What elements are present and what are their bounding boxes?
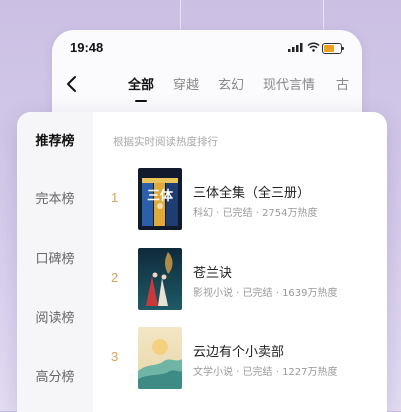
tab-time-travel[interactable]: 穿越: [173, 74, 199, 93]
status-bar: 19:48: [52, 30, 362, 62]
sidebar-item-recommended[interactable]: 推荐榜: [17, 130, 93, 149]
ranking-card: 推荐榜 完本榜 口碑榜 阅读榜 高分榜 根据实时阅读热度排行 1 三体 三体全集…: [17, 112, 387, 412]
book-cover: [138, 248, 182, 310]
wifi-icon: [307, 42, 320, 52]
status-time: 19:48: [70, 40, 104, 55]
tab-ancient[interactable]: 古: [336, 74, 349, 93]
active-tab-indicator: [135, 100, 147, 102]
ranking-list: 根据实时阅读热度排行 1 三体 三体全集（全三册） 科幻 · 已完结 · 275…: [93, 112, 387, 412]
sidebar-item-reading[interactable]: 阅读榜: [17, 307, 93, 326]
book-rank: 2: [111, 270, 119, 285]
book-meta: 影视小说 · 已完结 · 1639万热度: [193, 288, 338, 299]
tab-all[interactable]: 全部: [128, 74, 154, 93]
book-rank: 1: [111, 190, 119, 205]
book-meta: 科幻 · 已完结 · 2754万热度: [193, 208, 318, 219]
book-cover-text: 三体: [146, 189, 173, 204]
back-arrow-icon[interactable]: [64, 74, 80, 94]
book-title: 云边有个小卖部: [193, 345, 285, 360]
sidebar-item-reputation[interactable]: 口碑榜: [17, 248, 93, 267]
book-item[interactable]: 3 云边有个小卖部 文学小说 · 已完结 · 1227万热度: [93, 327, 387, 391]
book-title: 三体全集（全三册）: [193, 186, 311, 201]
book-title: 苍兰诀: [193, 266, 233, 281]
battery-icon: [322, 43, 344, 54]
sidebar-item-completed[interactable]: 完本榜: [17, 188, 93, 207]
tab-modern-romance[interactable]: 现代言情: [263, 74, 315, 93]
sidebar-item-high-score[interactable]: 高分榜: [17, 366, 93, 385]
book-item[interactable]: 2 苍兰诀 影视小说 · 已完结 · 1639万热度: [93, 248, 387, 312]
list-subtitle: 根据实时阅读热度排行: [113, 136, 218, 148]
book-item[interactable]: 1 三体 三体全集（全三册） 科幻 · 已完结 · 2754万热度: [93, 168, 387, 232]
book-rank: 3: [111, 349, 119, 364]
book-cover: [138, 327, 182, 389]
ranking-sidebar: 推荐榜 完本榜 口碑榜 阅读榜 高分榜: [17, 112, 93, 412]
book-cover: 三体: [138, 168, 182, 230]
tab-fantasy[interactable]: 玄幻: [218, 74, 244, 93]
book-meta: 文学小说 · 已完结 · 1227万热度: [193, 367, 338, 378]
signal-icon: [288, 43, 303, 52]
